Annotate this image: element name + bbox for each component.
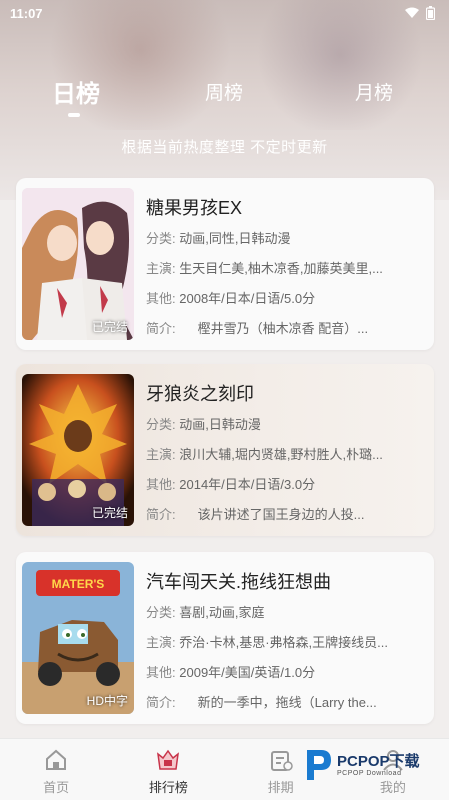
item-cast: 主演: 浪川大辅,堀内贤雄,野村胜人,朴璐... — [146, 447, 383, 462]
ranking-tabs: 日榜 周榜 月榜 — [0, 78, 449, 118]
ranking-subtitle: 根据当前热度整理 不定时更新 — [121, 139, 328, 156]
cover-status-tag: 已完结 — [91, 506, 128, 520]
nav-home[interactable]: 首页 — [16, 739, 96, 796]
item-cast: 主演: 乔治·卡林,基思·弗格森,王牌接线员... — [146, 635, 388, 650]
tab-weekly[interactable]: 周榜 — [205, 78, 243, 105]
item-intro: 简介: 樫井雪乃（柚木凉香 配音）... — [146, 321, 369, 336]
nav-ranking-label: 排行榜 — [148, 780, 188, 795]
item-category: 分类: 动画,同性,日韩动漫 — [146, 231, 291, 246]
nav-schedule-label: 排期 — [267, 780, 294, 795]
status-bar: 11:07 — [0, 0, 449, 26]
item-title[interactable]: 牙狼炎之刻印 — [146, 380, 254, 406]
item-cast: 主演: 生天目仁美,柚木凉香,加藤英美里,... — [146, 261, 383, 276]
cover-status-tag: HD中字 — [86, 694, 128, 708]
watermark-subtitle: PCPOP Download — [337, 769, 402, 777]
nav-home-label: 首页 — [43, 780, 70, 795]
item-category: 分类: 喜剧,动画,家庭 — [146, 605, 265, 620]
wifi-icon — [405, 7, 419, 18]
item-other: 其他: 2014年/日本/日语/3.0分 — [146, 477, 316, 492]
cover-image[interactable]: MATER'S HD中字 — [22, 562, 134, 714]
item-title[interactable]: 汽车闯天关.拖线狂想曲 — [146, 568, 331, 594]
nav-ranking[interactable]: 排行榜 — [128, 739, 208, 796]
home-icon — [46, 749, 67, 770]
cover-status-tag: 已完结 — [91, 320, 128, 334]
cover-image[interactable]: 已完结 — [22, 374, 134, 526]
watermark-title: PCPOP下载 — [337, 752, 420, 770]
status-time: 11:07 — [10, 5, 43, 21]
cover-image[interactable]: 已完结 — [22, 188, 134, 340]
ranking-card[interactable]: MATER'S HD中字 汽车闯天关.拖线狂想曲 分类: 喜剧,动画,家庭 主演… — [16, 552, 434, 724]
ranking-card[interactable]: 已完结 糖果男孩EX 分类: 动画,同性,日韩动漫 主演: 生天目仁美,柚木凉香… — [16, 178, 434, 350]
active-tab-indicator — [68, 113, 80, 117]
item-other: 其他: 2008年/日本/日语/5.0分 — [146, 291, 316, 306]
ranking-card[interactable]: 已完结 牙狼炎之刻印 分类: 动画,日韩动漫 主演: 浪川大辅,堀内贤雄,野村胜… — [16, 364, 434, 536]
item-other: 其他: 2009年/美国/英语/1.0分 — [146, 665, 316, 680]
item-intro: 简介: 该片讲述了国王身边的人投... — [146, 507, 365, 522]
battery-icon — [426, 6, 435, 20]
item-intro: 简介: 新的一季中，拖线（Larry the... — [146, 695, 377, 710]
item-category: 分类: 动画,日韩动漫 — [146, 417, 261, 432]
schedule-icon — [270, 751, 293, 771]
ranking-icon — [157, 749, 180, 770]
tab-monthly[interactable]: 月榜 — [355, 78, 393, 105]
cover-logo-text: MATER'S — [52, 577, 105, 591]
item-title[interactable]: 糖果男孩EX — [146, 194, 242, 220]
watermark-logo-icon — [307, 750, 331, 780]
tab-daily[interactable]: 日榜 — [52, 74, 100, 109]
watermark: PCPOP下载 PCPOP Download — [303, 748, 420, 782]
